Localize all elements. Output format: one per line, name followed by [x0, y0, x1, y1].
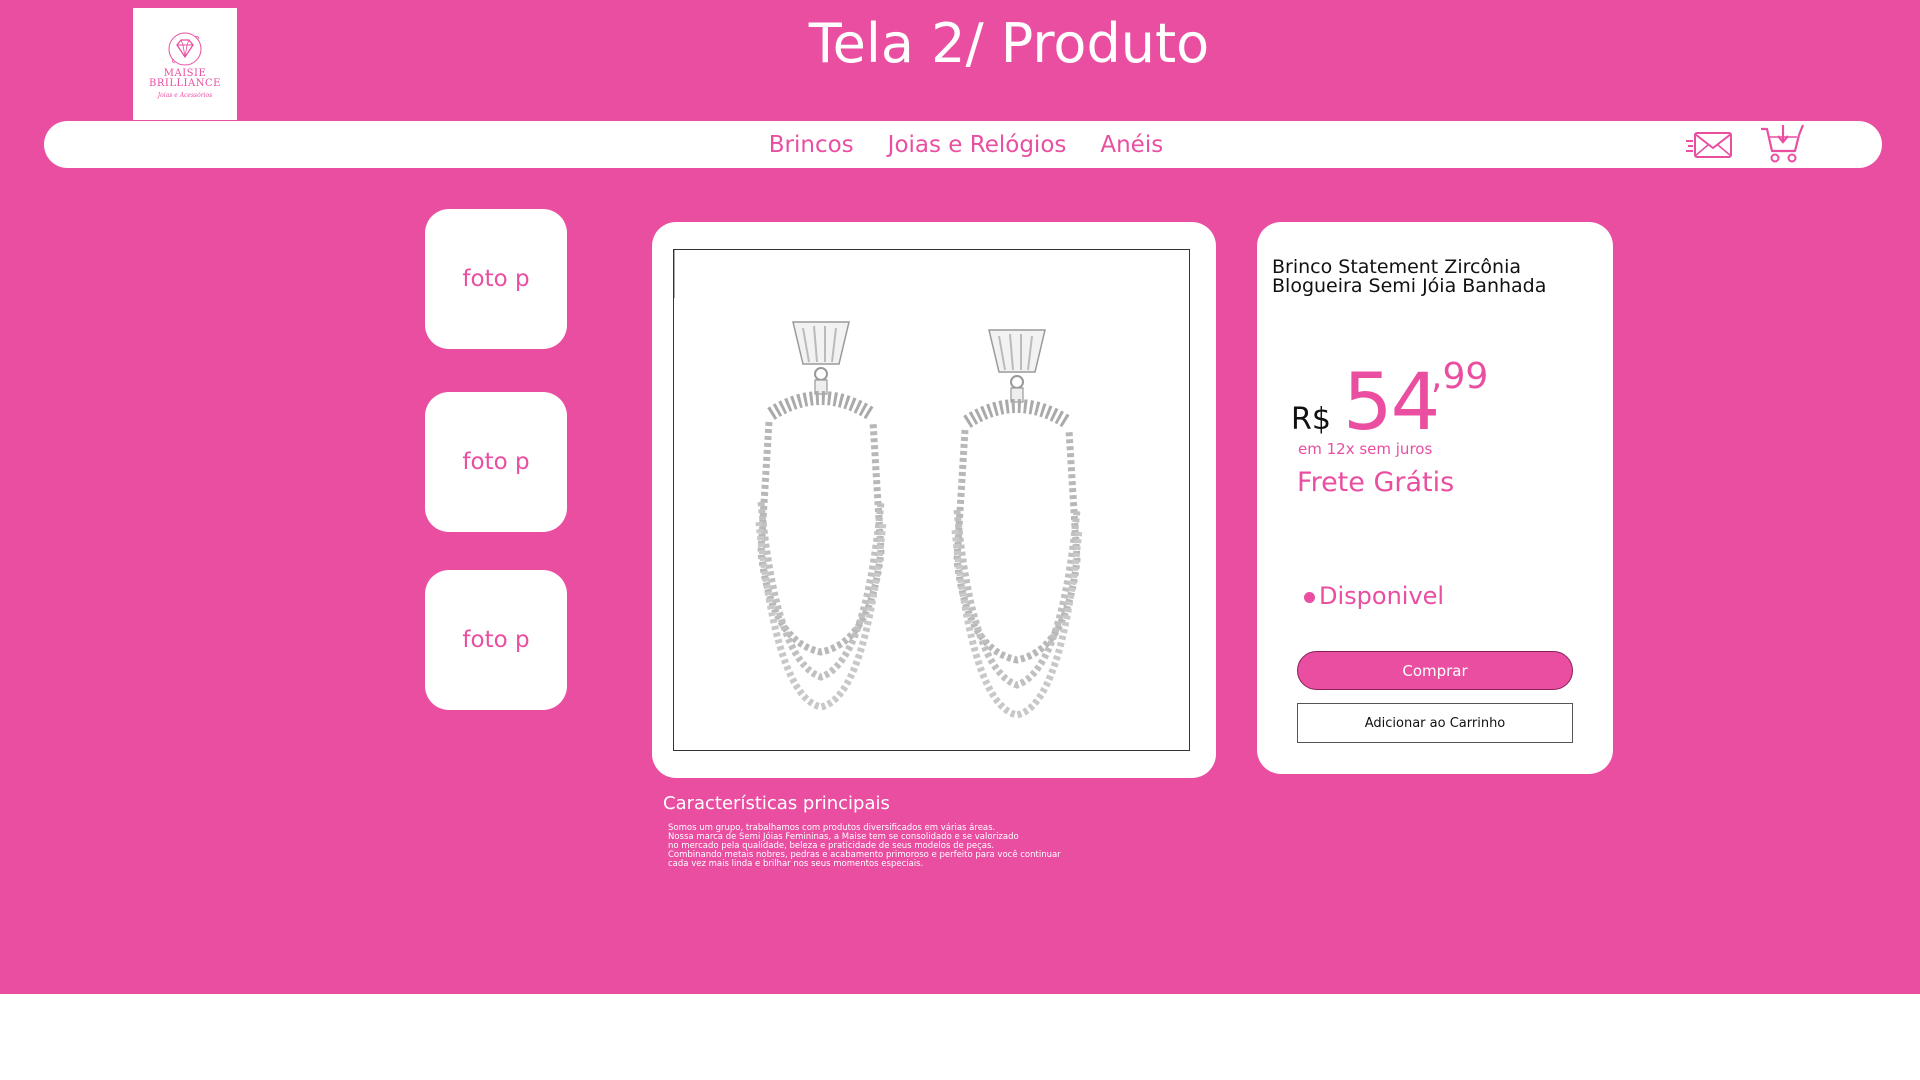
thumbnail-1[interactable]: foto p	[425, 209, 567, 349]
thumbnail-2[interactable]: foto p	[425, 392, 567, 532]
page-title: Tela 2/ Produto	[808, 12, 1210, 75]
product-info-card: Brinco Statement Zircônia Blogueira Semi…	[1257, 222, 1613, 774]
product-photo[interactable]	[673, 249, 1190, 751]
nav-link-aneis[interactable]: Anéis	[1100, 132, 1163, 158]
stock-status-text: Disponivel	[1319, 582, 1445, 610]
buy-button[interactable]: Comprar	[1297, 651, 1573, 690]
nav-link-joias-relogios[interactable]: Joias e Relógios	[888, 132, 1067, 158]
stock-status-dot	[1304, 592, 1315, 603]
cart-download-icon[interactable]	[1759, 123, 1805, 169]
brand-tagline: Joias e Acessórios	[157, 92, 213, 99]
features-description: Somos um grupo, trabalhamos com produtos…	[668, 824, 1128, 869]
product-image-card	[652, 222, 1216, 778]
statement-earrings-photo	[674, 250, 1189, 750]
features-title: Características principais	[663, 793, 890, 814]
price-integer: 54	[1343, 358, 1440, 448]
navigation-bar: Brincos Joias e Relógios Anéis	[44, 121, 1882, 168]
installments-text: em 12x sem juros	[1298, 440, 1433, 458]
add-to-cart-button[interactable]: Adicionar ao Carrinho	[1297, 703, 1573, 743]
free-shipping-text: Frete Grátis	[1297, 467, 1455, 498]
price-cents: ,99	[1431, 356, 1489, 397]
nav-links: Brincos Joias e Relógios Anéis	[44, 121, 1882, 168]
mail-icon[interactable]	[1686, 129, 1734, 165]
page-background: MAISIE BRILLIANCE Joias e Acessórios Tel…	[0, 0, 1920, 994]
product-name: Brinco Statement Zircônia Blogueira Semi…	[1272, 256, 1547, 297]
nav-link-brincos[interactable]: Brincos	[769, 132, 854, 158]
price-currency: R$	[1291, 402, 1331, 437]
brand-name-line2: BRILLIANCE	[149, 78, 221, 89]
features-line: cada vez mais linda e brilhar nos seus m…	[668, 859, 924, 869]
thumbnail-3[interactable]: foto p	[425, 570, 567, 710]
